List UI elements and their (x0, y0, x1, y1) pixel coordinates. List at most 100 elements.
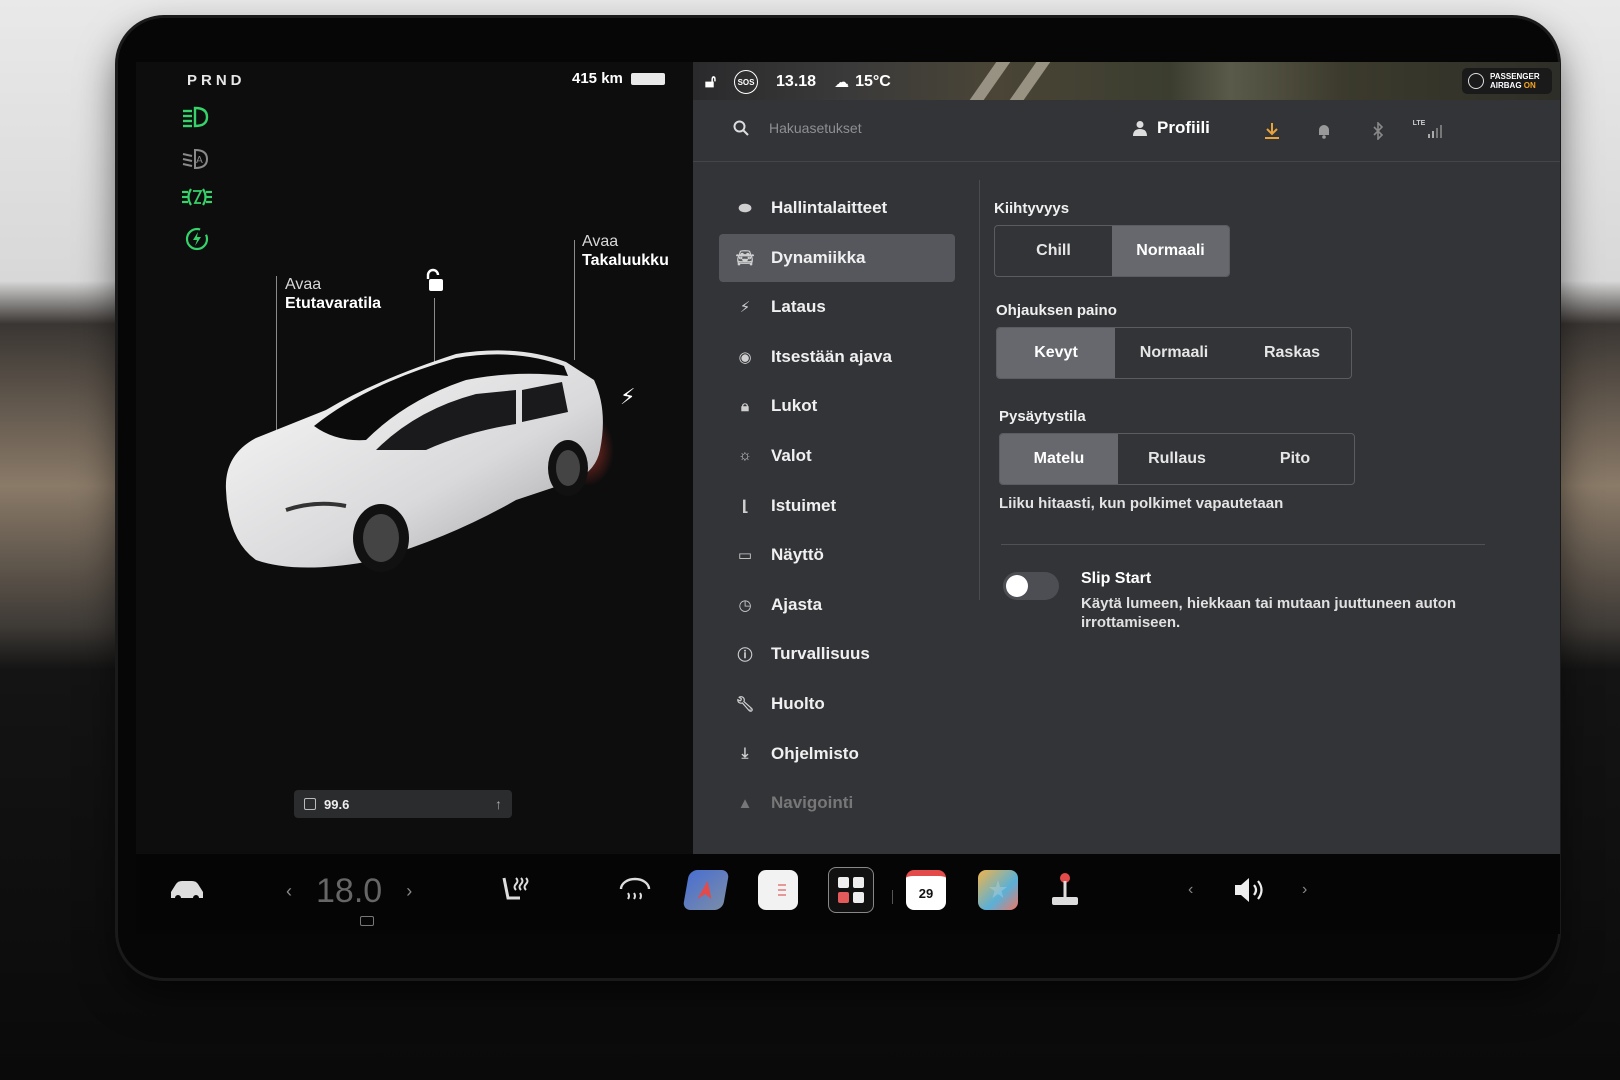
slip-start-description: Käytä lumeen, hiekkaan tai mutaan juuttu… (1081, 595, 1457, 631)
arcade-joystick-icon[interactable] (1048, 868, 1082, 912)
menu-item-hallintalaitteet[interactable]: ⬬ Hallintalaitteet (719, 184, 955, 232)
menu-item-label: Navigointi (771, 793, 854, 813)
arrow-up-icon[interactable]: ↑ (495, 796, 502, 812)
display-icon: ▭ (737, 547, 753, 565)
search-icon (733, 120, 749, 136)
seat-icon: ⌊ (741, 497, 749, 515)
climate-temperature-control: ‹ 18.0 › (286, 872, 412, 911)
frunk-callout-line1: Avaa (285, 276, 322, 293)
stopping-option-pito[interactable]: Pito (1236, 434, 1354, 484)
volume-icon[interactable] (1232, 868, 1268, 912)
rear-defrost-icon[interactable] (618, 868, 652, 912)
menu-item-ohjelmisto[interactable]: ⤓ Ohjelmisto (719, 730, 955, 778)
lte-label: LTE (1412, 120, 1426, 127)
frunk-callout-label[interactable]: Etutavaratila (285, 294, 381, 313)
navigation-icon: ▲ (737, 794, 753, 812)
bell-icon[interactable] (1313, 120, 1335, 142)
map-road (1009, 62, 1051, 100)
steering-option-raskas[interactable]: Raskas (1233, 328, 1351, 378)
clock-time: 13.18 (776, 73, 817, 90)
trunk-callout[interactable]: Avaa Takaluukku (582, 232, 669, 270)
menu-item-turvallisuus[interactable]: ⓘ Turvallisuus (719, 630, 955, 678)
fan-icon[interactable] (360, 916, 374, 926)
unlocked-icon[interactable]: 🔓︎ (705, 72, 716, 92)
regen-icon (180, 226, 214, 252)
trunk-callout-label[interactable]: Takaluukku (582, 251, 669, 270)
menu-item-istuimet[interactable]: ⌊ Istuimet (719, 482, 955, 530)
menu-item-valot[interactable]: ☼ Valot (719, 432, 955, 480)
auto-headlight-icon[interactable]: A (180, 146, 214, 172)
car-3d-view[interactable] (216, 340, 616, 580)
temp-increase-icon[interactable]: › (406, 881, 412, 902)
menu-item-lukot[interactable]: 🔒︎ Lukot (719, 382, 955, 430)
battery-icon (630, 72, 665, 85)
menu-item-navigointi[interactable]: ▲ Navigointi (719, 779, 955, 827)
car-icon[interactable] (168, 868, 206, 912)
slip-start-toggle[interactable] (1003, 572, 1059, 600)
search-placeholder[interactable]: Hakuasetukset (769, 120, 862, 136)
download-icon[interactable] (1261, 120, 1283, 142)
menu-item-label: Dynamiikka (771, 247, 866, 267)
notes-app-icon[interactable] (758, 868, 798, 912)
menu-item-label: Ajasta (771, 594, 823, 614)
steering-option-kevyt[interactable]: Kevyt (997, 328, 1115, 378)
menu-item-ajasta[interactable]: ◷ Ajasta (719, 581, 955, 629)
map-road (969, 62, 1011, 100)
settings-panel: 🔓︎ SOS 13.18 ☁ 15°C PASSENGER AIRBAG ON … (693, 62, 1560, 854)
seat-heater-icon[interactable] (498, 868, 530, 912)
map-strip[interactable]: 🔓︎ SOS 13.18 ☁ 15°C PASSENGER AIRBAG ON (693, 62, 1560, 100)
acceleration-segmented-control: Chill Normaali (994, 225, 1230, 277)
settings-search[interactable]: Hakuasetukset (733, 120, 862, 136)
menu-item-lataus[interactable]: ⚡︎ Lataus (719, 283, 955, 331)
headlight-icon[interactable] (180, 104, 214, 130)
menu-item-dynamiikka[interactable]: 🚘︎ Dynamiikka (719, 233, 955, 282)
sos-button[interactable]: SOS (734, 70, 759, 94)
charge-port-icon[interactable]: ⚡ (620, 384, 635, 410)
slip-start-title: Slip Start (1081, 570, 1152, 587)
dock-divider (892, 890, 893, 904)
temperature-value[interactable]: 18.0 (316, 872, 382, 911)
temp-decrease-icon[interactable]: ‹ (286, 881, 292, 902)
settings-menu: ⬬ Hallintalaitteet 🚘︎ Dynamiikka ⚡︎ Lataus … (719, 184, 955, 829)
steering-option-normaali[interactable]: Normaali (1115, 328, 1233, 378)
clock-icon: ◷ (738, 596, 752, 614)
navigation-app-icon[interactable] (682, 868, 730, 912)
bluetooth-icon[interactable] (1367, 120, 1389, 142)
volume-decrease-icon[interactable]: ‹ (1188, 868, 1193, 912)
menu-item-label: Huolto (771, 693, 825, 713)
odometer-value: 99.6 (324, 796, 350, 812)
range-value: 415 km (572, 70, 623, 87)
menu-item-itsestaan-ajava[interactable]: ◉ Itsestään ajava (719, 333, 955, 381)
odometer-bar[interactable]: 99.6 ↑ (294, 790, 512, 818)
bottom-dock: ‹ 18.0 › 29 ‹ › (136, 854, 1560, 934)
volume-increase-icon[interactable]: › (1302, 868, 1307, 912)
stopping-mode-section: Pysäytystila Matelu Rullaus Pito Liiku h… (999, 408, 1355, 512)
toybox-app-icon[interactable] (978, 868, 1018, 912)
frunk-callout[interactable]: Avaa Etutavaratila (285, 275, 381, 313)
menu-item-huolto[interactable]: 🔧︎ Huolto (719, 680, 955, 728)
cloud-icon: ☁ (834, 74, 850, 91)
parking-light-icon[interactable] (180, 184, 214, 210)
calendar-day: 29 (906, 870, 946, 910)
sun-icon: ☼ (738, 447, 752, 465)
acceleration-option-chill[interactable]: Chill (995, 226, 1112, 276)
airbag-icon (1468, 73, 1484, 89)
app-launcher-icon[interactable] (828, 867, 874, 913)
stopping-option-rullaus[interactable]: Rullaus (1118, 434, 1236, 484)
stopping-option-matelu[interactable]: Matelu (1000, 434, 1118, 484)
passenger-airbag-indicator: PASSENGER AIRBAG ON (1462, 68, 1552, 94)
stopping-mode-description: Liiku hitaasti, kun polkimet vapautetaan (999, 495, 1284, 512)
calendar-app-icon[interactable]: 29 (906, 868, 946, 912)
outside-temperature: 15°C (855, 73, 891, 90)
range-indicator: 415 km (572, 70, 665, 87)
menu-item-naytto[interactable]: ▭ Näyttö (719, 531, 955, 579)
unlock-icon[interactable] (424, 268, 448, 294)
toggle-icon: ⬬ (738, 199, 752, 217)
acceleration-option-normaali[interactable]: Normaali (1112, 226, 1229, 276)
profile-button[interactable]: Profiili (1133, 118, 1210, 138)
slip-start-setting: Slip Start Käytä lumeen, hiekkaan tai mu… (1003, 570, 1471, 632)
gear-selector[interactable]: PRND (187, 72, 246, 89)
car-icon: 🚘︎ (735, 249, 755, 267)
trunk-callout-line1: Avaa (582, 233, 619, 250)
steering-segmented-control: Kevyt Normaali Raskas (996, 327, 1352, 379)
